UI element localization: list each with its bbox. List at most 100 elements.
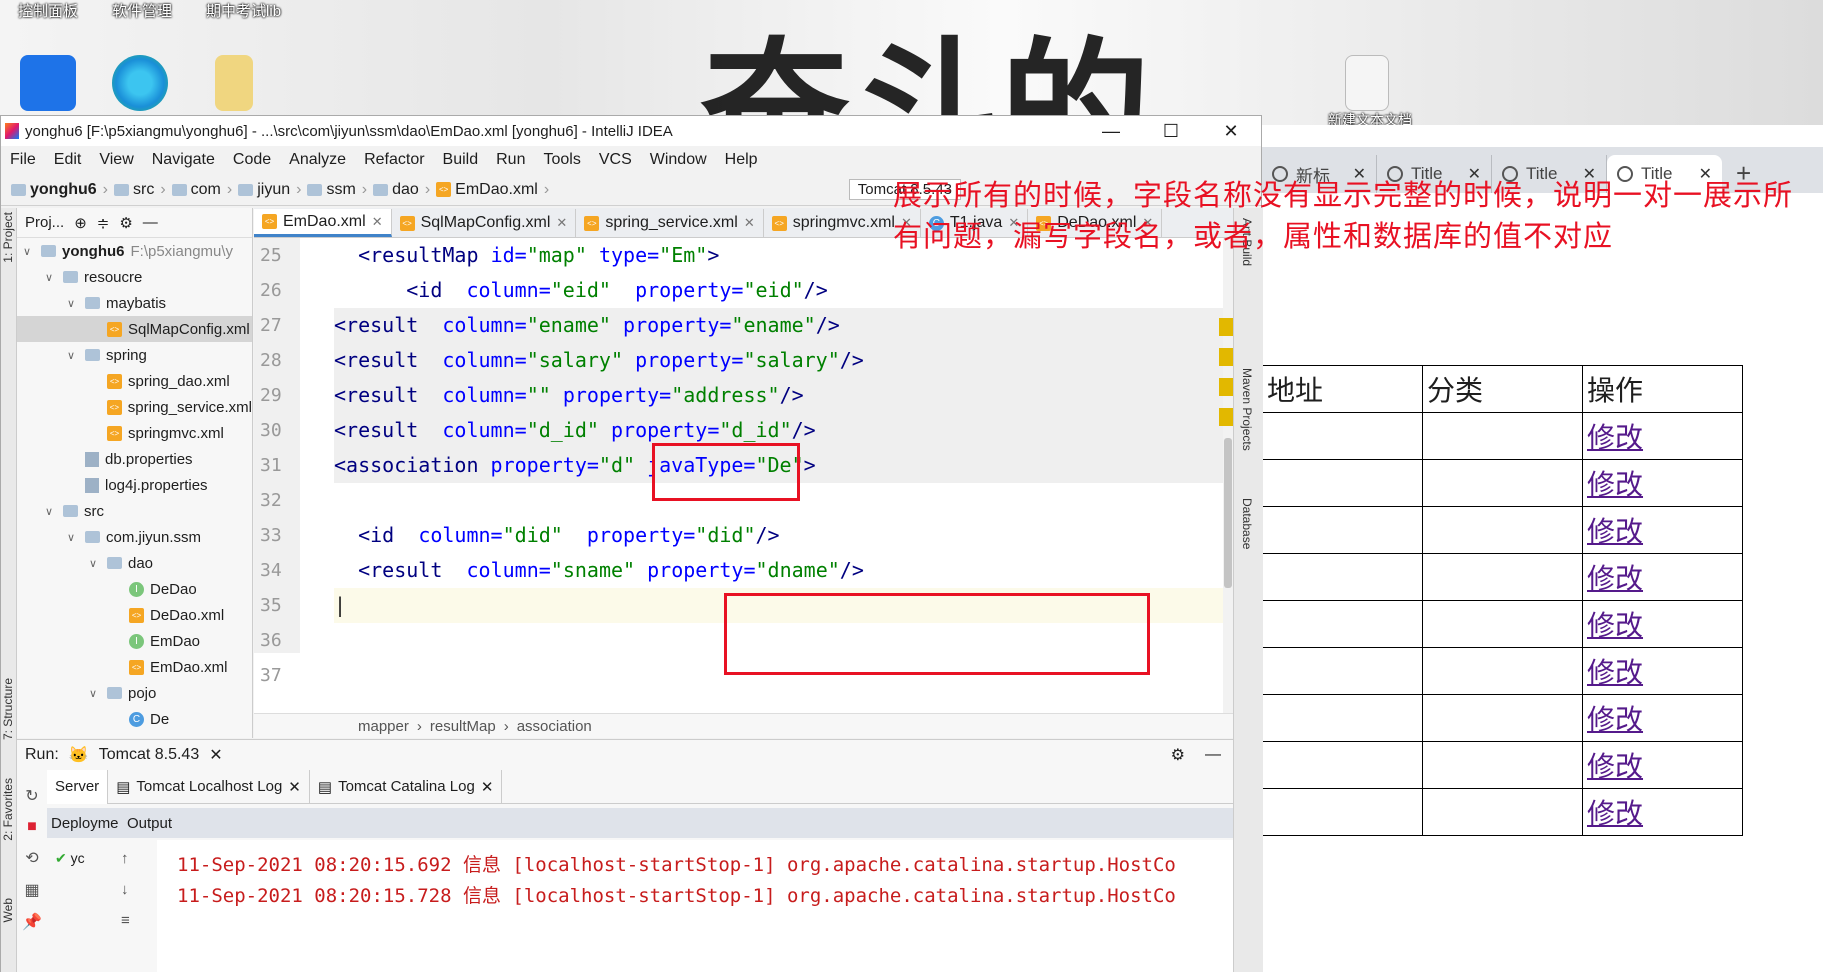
nav-crumb[interactable]: ssm (301, 181, 361, 199)
desktop-link-control-panel[interactable]: 控制面板 (18, 0, 78, 21)
tree-item[interactable]: <> spring_service.xml (17, 394, 252, 420)
close-icon[interactable]: ✕ (1201, 121, 1261, 142)
tree-item[interactable]: ∨ com.jiyun.ssm (17, 524, 252, 550)
desktop-link-software[interactable]: 软件管理 (112, 0, 172, 21)
editor-tab-emdao[interactable]: <> EmDao.xml ✕ (254, 209, 392, 237)
chevron-down-icon[interactable]: ∨ (67, 531, 79, 544)
tree-item[interactable]: ∨ spring (17, 342, 252, 368)
menu-view[interactable]: View (90, 151, 142, 169)
tree-item[interactable]: ∨ pojo (17, 680, 252, 706)
gear-icon[interactable]: ⚙ (119, 214, 132, 232)
tree-item[interactable]: I DeDao (17, 576, 252, 602)
edit-link[interactable]: 修改 (1587, 421, 1643, 454)
project-view-selector[interactable]: Proj... (25, 214, 64, 231)
nav-crumb[interactable]: dao (367, 181, 425, 199)
tab-localhost-log[interactable]: ▤ Tomcat Localhost Log ✕ (108, 769, 310, 804)
tree-item[interactable]: log4j.properties (17, 472, 252, 498)
scroll-up-icon[interactable]: ↑ (121, 850, 130, 867)
maximize-icon[interactable]: ☐ (1141, 121, 1201, 142)
chevron-down-icon[interactable]: ∨ (89, 687, 101, 700)
menu-tools[interactable]: Tools (534, 151, 589, 169)
soft-wrap-icon[interactable]: ≡ (121, 912, 130, 929)
nav-crumb[interactable]: yonghu6 (5, 181, 103, 199)
hide-icon[interactable]: — (143, 214, 158, 231)
deploy-item[interactable]: ✔ yc (55, 850, 85, 867)
tree-item[interactable]: <> spring_dao.xml (17, 368, 252, 394)
scrollbar-thumb[interactable] (1224, 438, 1232, 588)
tree-item[interactable]: ∨ yonghu6 F:\p5xiangmu\y (17, 238, 252, 264)
close-icon[interactable]: ✕ (372, 214, 383, 230)
collapse-icon[interactable]: ≑ (97, 214, 110, 232)
security-app-icon[interactable] (20, 55, 76, 111)
warning-marker[interactable] (1219, 348, 1233, 366)
tree-item[interactable]: <> springmvc.xml (17, 420, 252, 446)
edit-link[interactable]: 修改 (1587, 562, 1643, 595)
tree-item[interactable]: ∨ maybatis (17, 290, 252, 316)
menu-refactor[interactable]: Refactor (355, 151, 433, 169)
menu-vcs[interactable]: VCS (590, 151, 641, 169)
project-tool-button[interactable]: 1: Project (1, 212, 15, 263)
chevron-down-icon[interactable]: ∨ (45, 505, 57, 518)
tab-server[interactable]: Server (47, 769, 109, 804)
web-tool-button[interactable]: Web (1, 898, 15, 922)
menu-navigate[interactable]: Navigate (143, 151, 224, 169)
edit-link[interactable]: 修改 (1587, 609, 1643, 642)
nav-crumb[interactable]: <> EmDao.xml (430, 181, 544, 199)
breadcrumb-resultmap[interactable]: resultMap (430, 718, 496, 735)
layout-icon[interactable]: ▦ (24, 880, 39, 900)
edge-browser-icon[interactable] (112, 55, 168, 111)
edit-link[interactable]: 修改 (1587, 656, 1643, 689)
pin-icon[interactable]: 📌 (22, 912, 42, 932)
desktop-link-exam[interactable]: 期中考试lib (206, 0, 281, 21)
tree-item[interactable]: <> EmDao.xml (17, 654, 252, 680)
edit-link[interactable]: 修改 (1587, 797, 1643, 830)
tree-item[interactable]: ∨ src (17, 498, 252, 524)
editor-scrollbar[interactable] (1223, 238, 1233, 713)
close-icon[interactable]: ✕ (209, 745, 222, 765)
editor-tab-sqlmapconfig[interactable]: <> SqlMapConfig.xml ✕ (392, 209, 577, 237)
menu-analyze[interactable]: Analyze (280, 151, 355, 169)
editor-tab-spring-service[interactable]: <> spring_service.xml ✕ (576, 209, 764, 237)
minimize-icon[interactable]: — (1081, 121, 1141, 142)
close-icon[interactable]: ✕ (481, 778, 494, 796)
chevron-down-icon[interactable]: ∨ (89, 557, 101, 570)
favorites-tool-button[interactable]: 2: Favorites (1, 778, 15, 841)
warning-marker[interactable] (1219, 408, 1233, 426)
tree-item[interactable]: C De (17, 706, 252, 732)
output-column[interactable]: Output (117, 815, 172, 832)
restart-icon[interactable]: ⟲ (25, 848, 38, 868)
menu-file[interactable]: File (1, 151, 45, 169)
hide-icon[interactable]: — (1205, 746, 1221, 764)
close-icon[interactable]: ✕ (744, 215, 755, 231)
tree-item[interactable]: I EmDao (17, 628, 252, 654)
chevron-down-icon[interactable]: ∨ (67, 349, 79, 362)
edit-link[interactable]: 修改 (1587, 515, 1643, 548)
tree-item[interactable]: db.properties (17, 446, 252, 472)
nav-crumb[interactable]: jiyun (232, 181, 296, 199)
warning-marker[interactable] (1219, 318, 1233, 336)
menu-window[interactable]: Window (641, 151, 716, 169)
warning-marker[interactable] (1219, 378, 1233, 396)
menu-build[interactable]: Build (434, 151, 488, 169)
tree-item[interactable]: <> SqlMapConfig.xml (17, 316, 252, 342)
run-config-tab[interactable]: Tomcat 8.5.43 (99, 746, 200, 764)
breadcrumb-association[interactable]: association (517, 718, 592, 735)
database-tool-button[interactable]: Database (1240, 498, 1254, 549)
edit-link[interactable]: 修改 (1587, 703, 1643, 736)
locate-icon[interactable]: ⊕ (74, 214, 87, 232)
chevron-down-icon[interactable]: ∨ (45, 271, 57, 284)
close-icon[interactable]: ✕ (556, 215, 567, 231)
word-document-icon[interactable] (215, 55, 253, 111)
maven-tool-button[interactable]: Maven Projects (1240, 368, 1254, 451)
breadcrumb-mapper[interactable]: mapper (358, 718, 409, 735)
edit-link[interactable]: 修改 (1587, 750, 1643, 783)
chevron-down-icon[interactable]: ∨ (23, 245, 35, 258)
gear-icon[interactable]: ⚙ (1171, 745, 1185, 765)
tab-catalina-log[interactable]: ▤ Tomcat Catalina Log ✕ (310, 769, 503, 804)
chevron-down-icon[interactable]: ∨ (67, 297, 79, 310)
nav-crumb[interactable]: src (108, 181, 160, 199)
menu-help[interactable]: Help (716, 151, 767, 169)
rerun-icon[interactable]: ↻ (25, 786, 38, 806)
scroll-down-icon[interactable]: ↓ (121, 881, 130, 898)
console-output[interactable]: 11-Sep-2021 08:20:15.692 信息 [localhost-s… (157, 840, 1233, 972)
